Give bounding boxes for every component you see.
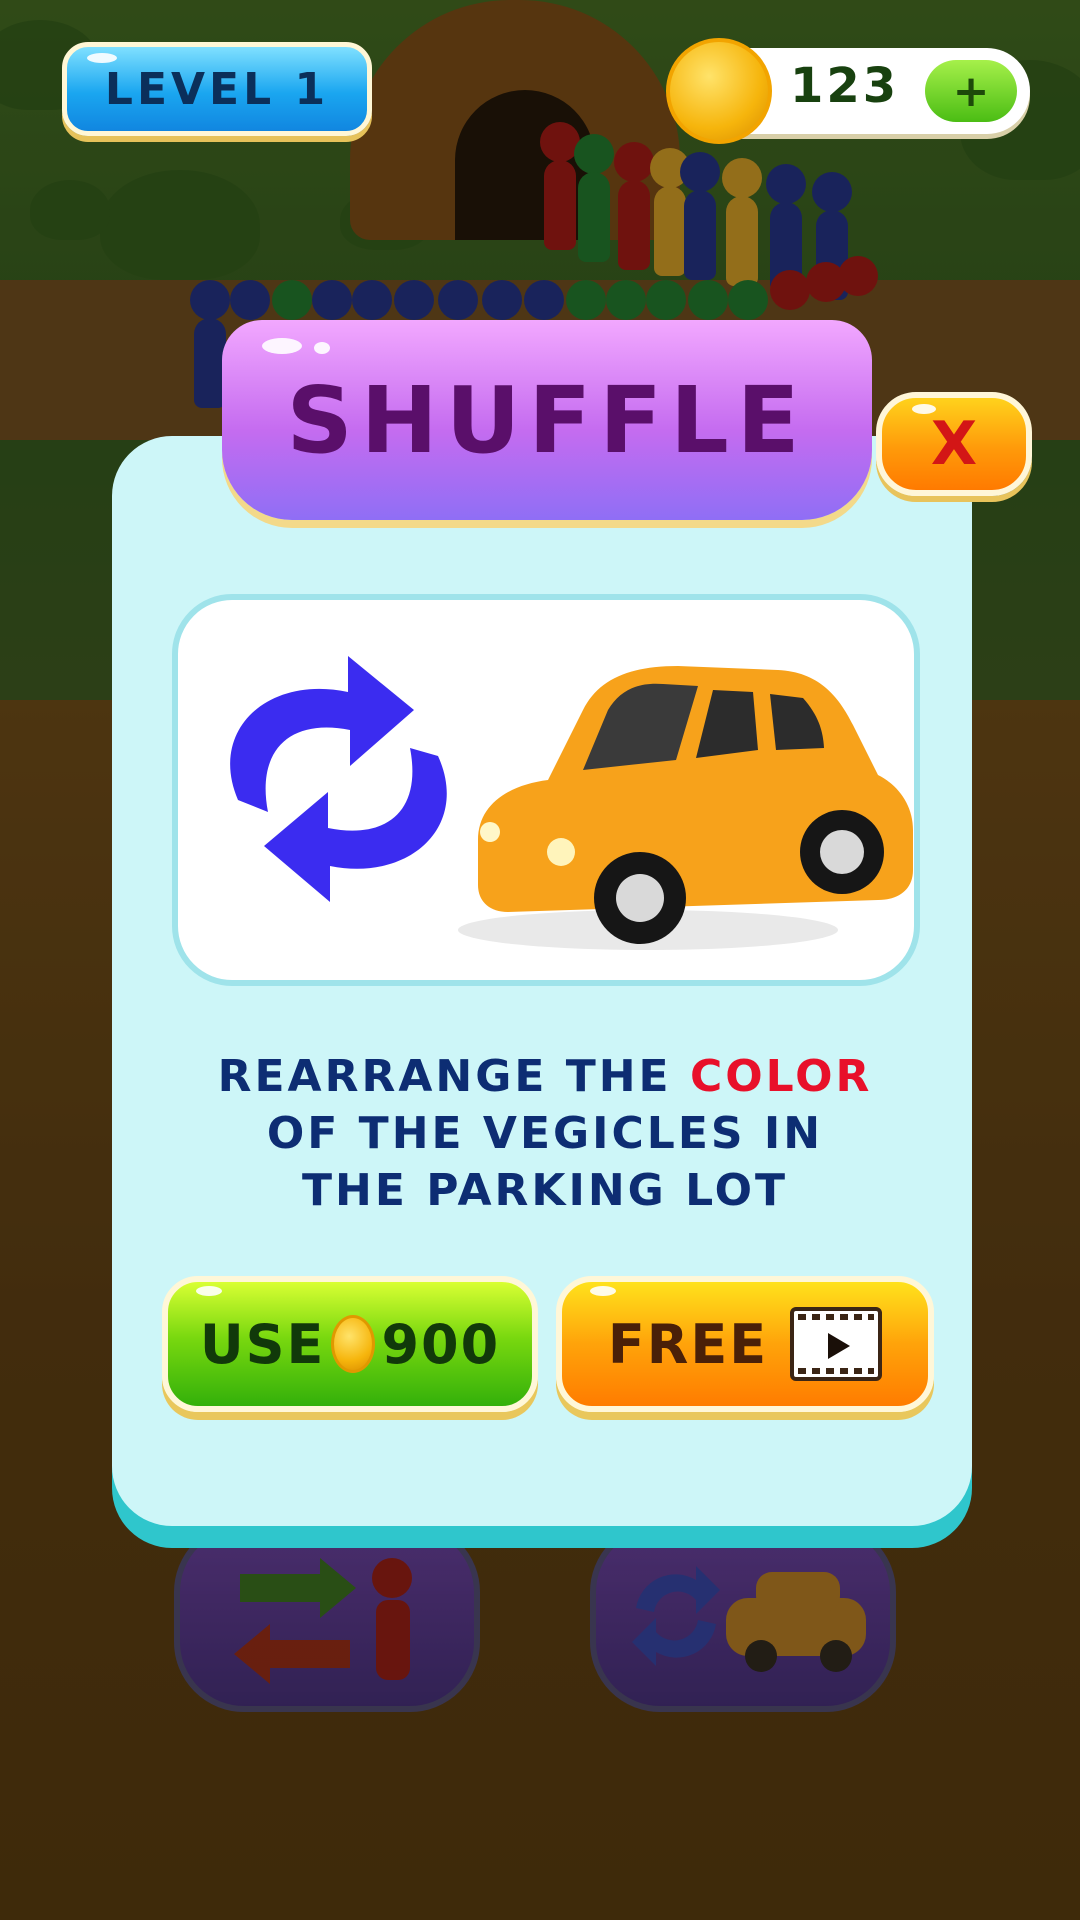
use-coins-button[interactable]: USE 900 <box>162 1276 538 1412</box>
shuffle-illustration <box>172 594 920 986</box>
level-label: LEVEL 1 <box>104 63 330 115</box>
coin-count: 123 <box>790 58 900 114</box>
description-highlight: COLOR <box>689 1051 873 1102</box>
car-icon <box>458 666 913 950</box>
level-indicator: LEVEL 1 <box>62 42 372 136</box>
shuffle-arrows-icon <box>230 656 447 902</box>
shine <box>196 1286 222 1296</box>
dialog-description: REARRANGE THE COLOR OF THE VEGICLES IN T… <box>150 1048 940 1219</box>
shine <box>590 1286 616 1296</box>
use-label: USE <box>199 1312 326 1376</box>
shine <box>262 338 302 354</box>
add-coins-button[interactable]: + <box>925 60 1017 122</box>
description-text: REARRANGE THE <box>217 1051 690 1102</box>
dialog-title-banner: SHUFFLE <box>222 320 872 520</box>
close-button[interactable]: X <box>876 392 1032 496</box>
shine <box>314 342 330 354</box>
description-line-3: THE PARKING LOT <box>302 1165 788 1216</box>
illustration-graphic <box>230 656 913 950</box>
description-line-2: OF THE VEGICLES IN <box>266 1108 824 1159</box>
shine <box>87 53 117 63</box>
dialog-title: SHUFFLE <box>286 366 808 474</box>
coin-icon <box>666 38 772 144</box>
shine <box>912 404 936 414</box>
free-label: FREE <box>607 1312 769 1376</box>
use-cost: 900 <box>381 1312 501 1376</box>
free-video-button[interactable]: FREE <box>556 1276 934 1412</box>
close-icon: X <box>930 409 978 479</box>
plus-icon: + <box>952 65 990 117</box>
description-line-1: REARRANGE THE COLOR <box>150 1048 940 1105</box>
coin-icon <box>331 1315 376 1373</box>
video-ad-icon <box>790 1307 883 1381</box>
